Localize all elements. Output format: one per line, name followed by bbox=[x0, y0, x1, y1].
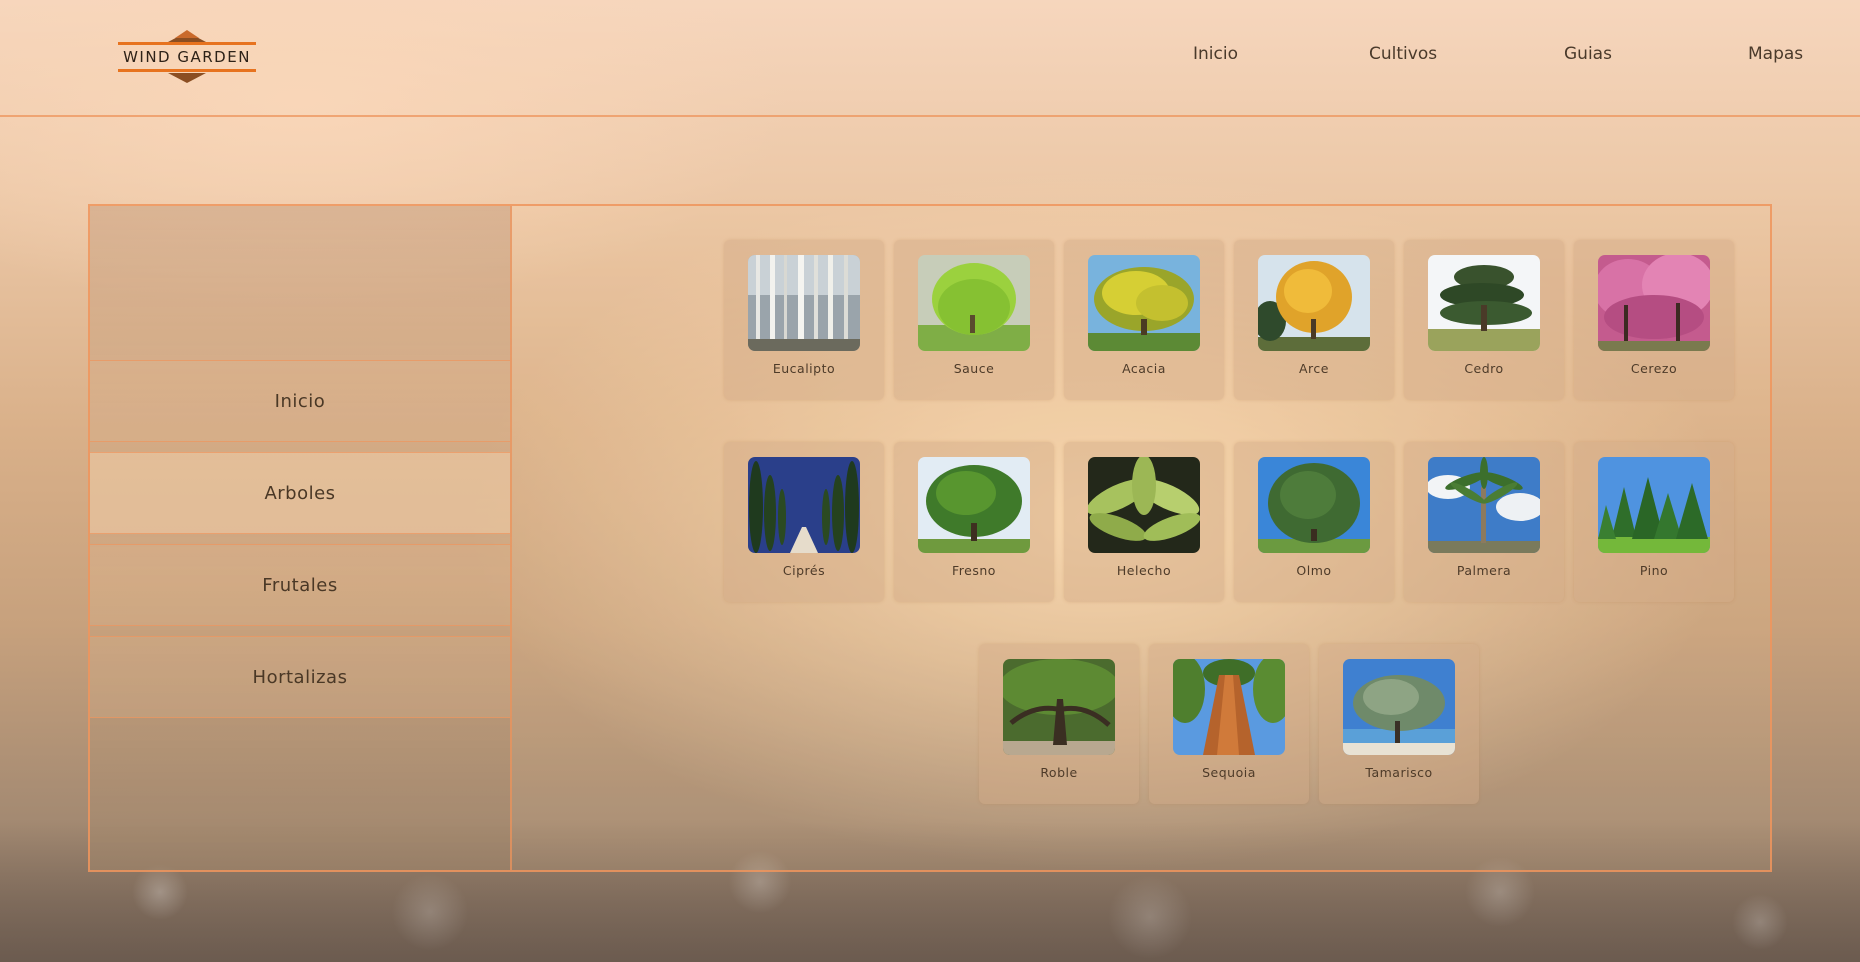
nav-mapas[interactable]: Mapas bbox=[1748, 44, 1803, 64]
tree-label: Sauce bbox=[953, 361, 995, 376]
maple-image bbox=[1258, 255, 1370, 351]
oak-image bbox=[1003, 659, 1115, 755]
palm-image bbox=[1428, 457, 1540, 553]
pine-image bbox=[1598, 457, 1710, 553]
tree-label: Roble bbox=[1040, 765, 1078, 780]
cherry-image bbox=[1598, 255, 1710, 351]
elm-image bbox=[1258, 457, 1370, 553]
willow-image bbox=[918, 255, 1030, 351]
tree-card-arce[interactable]: Arce bbox=[1234, 240, 1394, 400]
sidebar-item-arboles[interactable]: Arboles bbox=[90, 452, 510, 534]
cedar-image bbox=[1428, 255, 1540, 351]
cypress-image bbox=[748, 457, 860, 553]
tree-label: Acacia bbox=[1122, 361, 1166, 376]
nav-inicio[interactable]: Inicio bbox=[1193, 44, 1238, 64]
tree-card-cerezo[interactable]: Cerezo bbox=[1574, 240, 1734, 400]
sidebar-item-frutales[interactable]: Frutales bbox=[90, 544, 510, 626]
tree-card-palmera[interactable]: Palmera bbox=[1404, 442, 1564, 602]
sidebar-item-inicio[interactable]: Inicio bbox=[90, 360, 510, 442]
eucalyptus-image bbox=[748, 255, 860, 351]
tree-card-sequoia[interactable]: Sequoia bbox=[1149, 644, 1309, 804]
logo-mark-bottom-icon bbox=[168, 73, 206, 83]
sidebar-item-hortalizas[interactable]: Hortalizas bbox=[90, 636, 510, 718]
tree-label: Fresno bbox=[952, 563, 996, 578]
fern-image bbox=[1088, 457, 1200, 553]
tree-card-pino[interactable]: Pino bbox=[1574, 442, 1734, 602]
tree-card-cedro[interactable]: Cedro bbox=[1404, 240, 1564, 400]
main-panel: Inicio Arboles Frutales Hortalizas Eucal… bbox=[88, 204, 1772, 872]
tamarisk-image bbox=[1343, 659, 1455, 755]
tree-label: Sequoia bbox=[1202, 765, 1256, 780]
top-header: WIND GARDEN Inicio Cultivos Guias Mapas bbox=[0, 0, 1860, 117]
tree-label: Arce bbox=[1299, 361, 1329, 376]
tree-card-helecho[interactable]: Helecho bbox=[1064, 442, 1224, 602]
tree-label: Helecho bbox=[1116, 563, 1172, 578]
tree-card-olmo[interactable]: Olmo bbox=[1234, 442, 1394, 602]
tree-card-roble[interactable]: Roble bbox=[979, 644, 1139, 804]
tree-card-acacia[interactable]: Acacia bbox=[1064, 240, 1224, 400]
sidebar: Inicio Arboles Frutales Hortalizas bbox=[90, 206, 512, 870]
tree-grid: Eucalipto Sauce Acacia Arce Cedro Cerezo… bbox=[512, 206, 1770, 870]
tree-label: Tamarisco bbox=[1365, 765, 1433, 780]
tree-label: Cerezo bbox=[1630, 361, 1678, 376]
tree-label: Ciprés bbox=[782, 563, 826, 578]
tree-card-sauce[interactable]: Sauce bbox=[894, 240, 1054, 400]
logo-mark-top-inner-icon bbox=[175, 30, 199, 38]
sequoia-image bbox=[1173, 659, 1285, 755]
tree-label: Olmo bbox=[1296, 563, 1332, 578]
tree-label: Cedro bbox=[1464, 361, 1504, 376]
tree-label: Pino bbox=[1639, 563, 1669, 578]
tree-card-fresno[interactable]: Fresno bbox=[894, 442, 1054, 602]
ash-image bbox=[918, 457, 1030, 553]
tree-card-eucalipto[interactable]: Eucalipto bbox=[724, 240, 884, 400]
tree-card-tamarisco[interactable]: Tamarisco bbox=[1319, 644, 1479, 804]
nav-cultivos[interactable]: Cultivos bbox=[1369, 44, 1437, 64]
tree-card-cipres[interactable]: Ciprés bbox=[724, 442, 884, 602]
tree-label: Palmera bbox=[1456, 563, 1512, 578]
acacia-image bbox=[1088, 255, 1200, 351]
nav-guias[interactable]: Guias bbox=[1564, 44, 1612, 64]
top-nav: Inicio Cultivos Guias Mapas bbox=[0, 44, 1860, 70]
tree-label: Eucalipto bbox=[772, 361, 836, 376]
